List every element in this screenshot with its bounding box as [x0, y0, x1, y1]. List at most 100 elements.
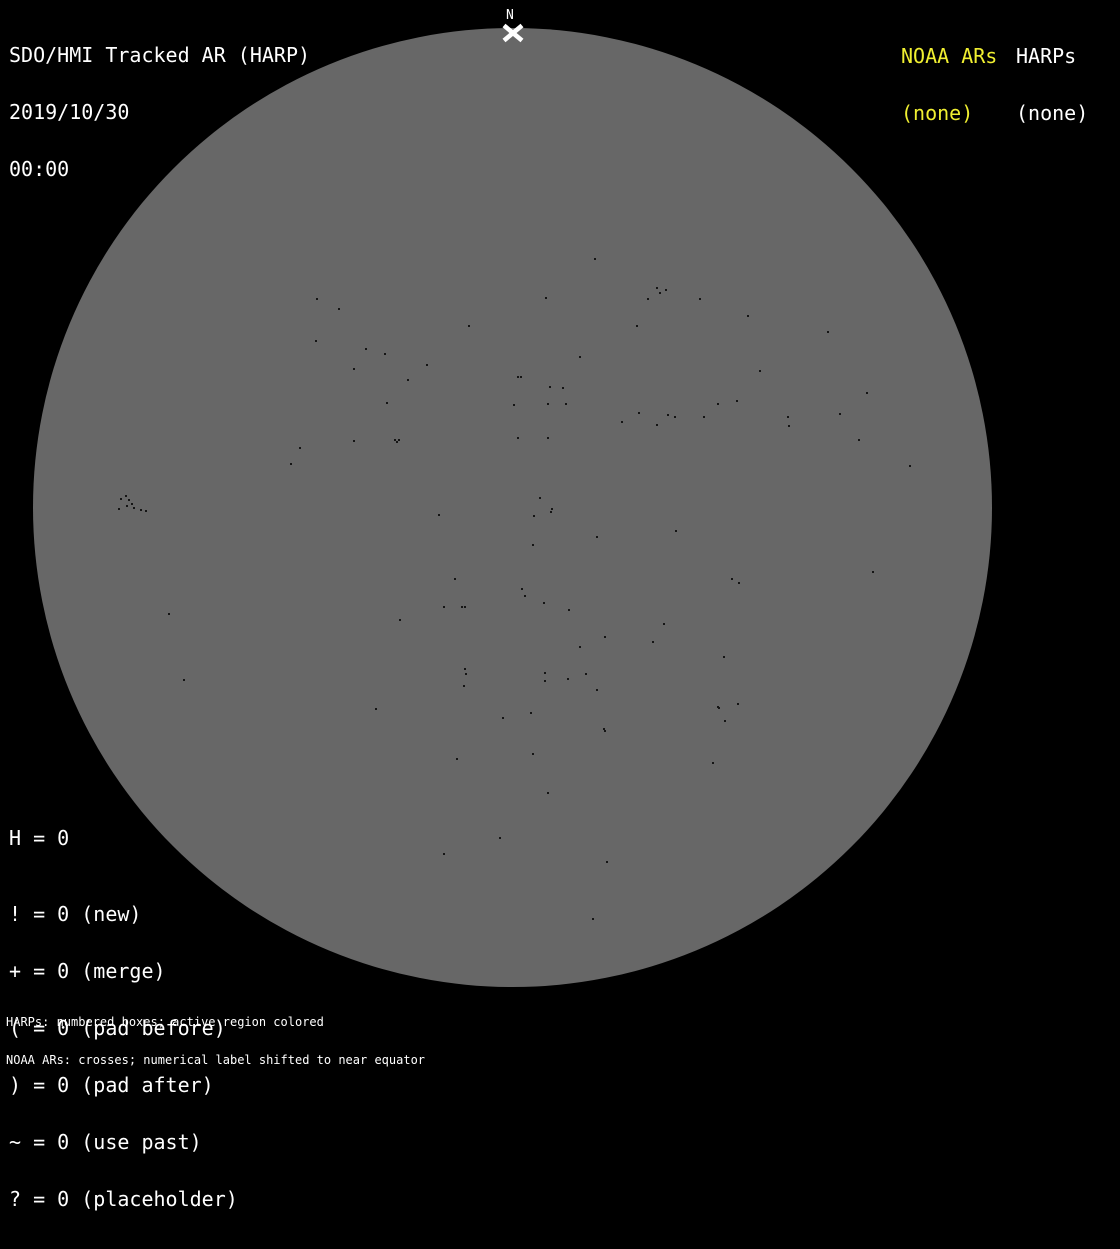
magnetogram-speck	[533, 515, 535, 517]
harp-count-line: H = 0	[9, 826, 70, 850]
magnetogram-speck	[723, 656, 725, 658]
magnetogram-speck	[443, 853, 445, 855]
magnetogram-speck	[747, 315, 749, 317]
magnetogram-speck	[463, 685, 465, 687]
magnetogram-speck	[550, 511, 552, 513]
magnetogram-speck	[126, 505, 128, 507]
magnetogram-speck	[426, 364, 428, 366]
footnote-harps: HARPs: numbered boxes; active region col…	[6, 1015, 324, 1029]
magnetogram-speck	[438, 514, 440, 516]
magnetogram-speck	[183, 679, 185, 681]
magnetogram-speck	[517, 437, 519, 439]
magnetogram-speck	[594, 258, 596, 260]
magnetogram-speck	[365, 348, 367, 350]
magnetogram-speck	[636, 325, 638, 327]
magnetogram-speck	[724, 720, 726, 722]
magnetogram-speck	[565, 403, 567, 405]
plot-time: 00:00	[9, 157, 70, 181]
plot-title-block: SDO/HMI Tracked AR (HARP) 2019/10/30 00:…	[9, 8, 310, 217]
magnetogram-speck	[858, 439, 860, 441]
magnetogram-speck	[596, 536, 598, 538]
magnetogram-speck	[675, 530, 677, 532]
magnetogram-speck	[499, 837, 501, 839]
magnetogram-speck	[656, 287, 658, 289]
magnetogram-speck	[543, 602, 545, 604]
magnetogram-speck	[145, 510, 147, 512]
magnetogram-speck	[866, 392, 868, 394]
magnetogram-speck	[532, 753, 534, 755]
magnetogram-speck	[647, 298, 649, 300]
magnetogram-speck	[674, 416, 676, 418]
magnetogram-speck	[909, 465, 911, 467]
magnetogram-speck	[547, 792, 549, 794]
magnetogram-speck	[454, 578, 456, 580]
magnetogram-speck	[131, 503, 133, 505]
magnetogram-speck	[551, 508, 553, 510]
magnetogram-speck	[839, 413, 841, 415]
north-x-cross-icon	[502, 23, 524, 43]
magnetogram-speck	[549, 386, 551, 388]
magnetogram-speck	[659, 292, 661, 294]
magnetogram-speck	[396, 441, 398, 443]
magnetogram-speck	[128, 499, 130, 501]
magnetogram-speck	[621, 421, 623, 423]
magnetogram-speck	[712, 762, 714, 764]
magnetogram-speck	[120, 498, 122, 500]
harps-summary: HARPs (none)	[1016, 9, 1088, 161]
magnetogram-speck	[532, 544, 534, 546]
magnetogram-speck	[353, 368, 355, 370]
counter-new: ! = 0 (new)	[9, 902, 142, 926]
magnetogram-speck	[638, 412, 640, 414]
magnetogram-speck	[652, 641, 654, 643]
magnetogram-speck	[520, 376, 522, 378]
magnetogram-speck	[407, 379, 409, 381]
magnetogram-speck	[665, 289, 667, 291]
magnetogram-speck	[398, 439, 400, 441]
magnetogram-speck	[544, 680, 546, 682]
magnetogram-speck	[568, 609, 570, 611]
magnetogram-speck	[717, 706, 719, 708]
magnetogram-speck	[592, 918, 594, 920]
magnetogram-speck	[513, 404, 515, 406]
magnetogram-speck	[667, 414, 669, 416]
magnetogram-speck	[604, 636, 606, 638]
magnetogram-speck	[386, 402, 388, 404]
noaa-ars-value: (none)	[901, 101, 974, 125]
magnetogram-speck	[827, 331, 829, 333]
magnetogram-speck	[517, 376, 519, 378]
magnetogram-speck	[521, 588, 523, 590]
noaa-ars-label: NOAA ARs	[901, 44, 998, 68]
magnetogram-speck	[547, 403, 549, 405]
magnetogram-speck	[468, 325, 470, 327]
magnetogram-speck	[738, 582, 740, 584]
magnetogram-speck	[456, 758, 458, 760]
magnetogram-speck	[606, 861, 608, 863]
magnetogram-speck	[530, 712, 532, 714]
plot-date: 2019/10/30	[9, 100, 130, 124]
magnetogram-speck	[788, 425, 790, 427]
magnetogram-speck	[539, 497, 541, 499]
magnetogram-speck	[731, 578, 733, 580]
magnetogram-speck	[461, 606, 463, 608]
magnetogram-speck	[567, 678, 569, 680]
magnetogram-speck	[703, 416, 705, 418]
magnetogram-speck	[125, 495, 127, 497]
counter-placeholder: ? = 0 (placeholder)	[9, 1187, 238, 1211]
magnetogram-speck	[290, 463, 292, 465]
harps-label: HARPs	[1016, 44, 1077, 68]
magnetogram-speck	[140, 509, 142, 511]
magnetogram-speck	[545, 297, 547, 299]
magnetogram-speck	[562, 387, 564, 389]
magnetogram-speck	[384, 353, 386, 355]
magnetogram-speck	[524, 595, 526, 597]
magnetogram-speck	[315, 340, 317, 342]
magnetogram-speck	[596, 689, 598, 691]
footnotes: HARPs: numbered boxes; active region col…	[6, 991, 425, 1091]
magnetogram-speck	[547, 437, 549, 439]
magnetogram-speck	[663, 623, 665, 625]
footnote-noaa: NOAA ARs: crosses; numerical label shift…	[6, 1052, 426, 1067]
magnetogram-speck	[338, 308, 340, 310]
magnetogram-speck	[353, 440, 355, 442]
magnetogram-speck	[737, 703, 739, 705]
noaa-ars-summary: NOAA ARs (none)	[901, 9, 997, 161]
